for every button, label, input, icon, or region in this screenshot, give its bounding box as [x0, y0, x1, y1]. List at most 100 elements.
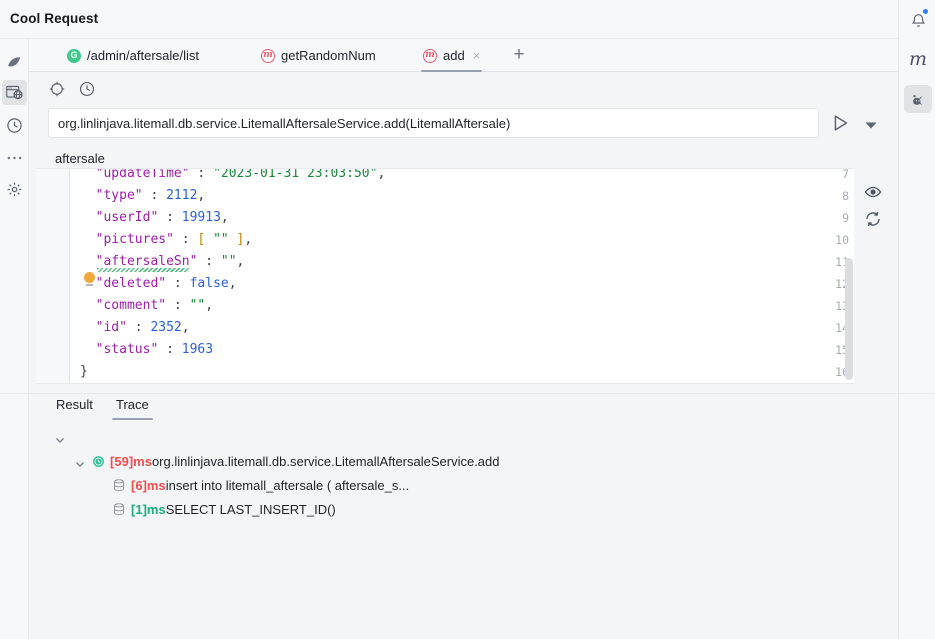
sidebar-item-more[interactable]	[2, 145, 27, 170]
editor-gutter	[36, 169, 70, 383]
code-token: ,	[182, 320, 190, 335]
app-title: Cool Request	[10, 11, 98, 26]
history-clock-icon[interactable]	[78, 80, 96, 98]
code-token: "userId"	[96, 210, 159, 225]
target-crosshair-icon[interactable]	[48, 80, 66, 98]
monkey-tool-icon[interactable]	[904, 85, 932, 113]
request-toolbar	[48, 80, 96, 98]
code-token: }	[80, 364, 88, 379]
tab-badge-method: m	[423, 49, 437, 63]
trace-row[interactable]: [ 1 ]ms SELECT LAST_INSERT_ID()	[113, 502, 336, 517]
tab-add[interactable]: m add ×	[413, 39, 490, 72]
code-token: 19913	[182, 210, 221, 225]
code-line[interactable]: "updateTime" : "2023-01-31 23:03:50",	[80, 168, 385, 185]
code-line[interactable]: }	[80, 361, 88, 383]
tab-label: add	[443, 48, 465, 63]
new-tab-button[interactable]: +	[509, 45, 529, 65]
code-token: "type"	[96, 188, 143, 203]
code-token	[80, 210, 96, 225]
code-token	[80, 168, 96, 181]
code-line[interactable]: "deleted" : false,	[80, 273, 237, 295]
code-token: false	[190, 276, 229, 291]
database-icon	[113, 479, 126, 492]
code-token	[80, 232, 96, 247]
code-token: ,	[244, 232, 252, 247]
code-token: "status"	[96, 342, 159, 357]
code-line[interactable]: "id" : 2352,	[80, 317, 190, 339]
code-token: 2352	[150, 320, 181, 335]
tab-trace[interactable]: Trace	[112, 392, 153, 420]
trace-chevron-down-icon[interactable]	[74, 458, 86, 470]
tab-admin-aftersale-list[interactable]: G /admin/aftersale/list	[57, 39, 209, 72]
response-tab-divider	[0, 393, 935, 394]
tab-get-random-num[interactable]: m getRandomNum	[251, 39, 386, 72]
right-sidebar: m	[898, 0, 935, 639]
json-body-editor[interactable]: 78910111213141516 "updateTime" : "2023-0…	[36, 168, 854, 383]
code-token: :	[166, 276, 189, 291]
trace-duration-unit: ms	[133, 454, 152, 469]
code-line[interactable]: "pictures" : [ "" ],	[80, 229, 252, 251]
code-token: "aftersaleSn"	[96, 254, 198, 269]
inspection-squiggle	[97, 268, 189, 272]
trace-label: insert into litemall_aftersale ( aftersa…	[166, 478, 410, 493]
code-token: ,	[377, 168, 385, 181]
tab-badge-method: m	[261, 49, 275, 63]
run-request-button[interactable]	[829, 112, 851, 134]
code-token: ]	[229, 232, 245, 247]
code-token	[80, 298, 96, 313]
code-line[interactable]: "type" : 2112,	[80, 185, 205, 207]
trace-duration: 6	[135, 478, 142, 493]
response-tab-bar: Result Trace	[36, 392, 886, 421]
application-window: Cool Request	[0, 0, 935, 639]
code-token: "comment"	[96, 298, 166, 313]
code-line[interactable]: "userId" : 19913,	[80, 207, 229, 229]
trace-duration-unit: ms	[147, 502, 166, 517]
code-token: ,	[197, 188, 205, 203]
code-token: ,	[229, 276, 237, 291]
code-token: ""	[213, 232, 229, 247]
code-token: "deleted"	[96, 276, 166, 291]
code-token: :	[174, 232, 197, 247]
code-line[interactable]: "comment" : "",	[80, 295, 213, 317]
editor-scrollbar-thumb[interactable]	[845, 258, 853, 380]
code-token: 1963	[182, 342, 213, 357]
sidebar-item-api[interactable]	[2, 80, 27, 105]
request-url-input[interactable]: org.linlinjava.litemall.db.service.Litem…	[48, 108, 819, 138]
code-token: :	[190, 168, 213, 181]
tab-badge-get: G	[67, 49, 81, 63]
code-line[interactable]: "status" : 1963	[80, 339, 213, 361]
quickfix-lightbulb-icon[interactable]	[84, 272, 95, 283]
notification-dot	[922, 8, 929, 15]
code-token	[80, 188, 96, 203]
trace-root-chevron-down-icon[interactable]	[54, 434, 66, 446]
trace-row[interactable]: [ 59 ]ms org.linlinjava.litemall.db.serv…	[92, 454, 500, 469]
title-bar: Cool Request	[0, 0, 935, 39]
sidebar-item-settings[interactable]	[2, 177, 27, 202]
clock-green-icon	[92, 455, 105, 468]
tab-label: /admin/aftersale/list	[87, 48, 199, 63]
trace-label: SELECT LAST_INSERT_ID()	[166, 502, 336, 517]
regenerate-sync-icon[interactable]	[864, 210, 882, 228]
code-token: :	[197, 254, 220, 269]
code-token	[80, 254, 96, 269]
maven-m-icon[interactable]: m	[904, 45, 932, 73]
preview-eye-icon[interactable]	[864, 183, 882, 201]
notifications-bell-icon[interactable]	[904, 6, 932, 34]
run-options-chevron-down-icon[interactable]	[864, 118, 878, 128]
tab-close-icon[interactable]: ×	[473, 48, 481, 63]
tab-result[interactable]: Result	[52, 392, 97, 420]
code-token: ,	[221, 210, 229, 225]
code-token: 2112	[166, 188, 197, 203]
code-token: [	[197, 232, 213, 247]
sidebar-item-history[interactable]	[2, 113, 27, 138]
trace-row[interactable]: [ 6 ]ms insert into litemall_aftersale (…	[113, 478, 409, 493]
code-token: ,	[205, 298, 213, 313]
tab-bar: G /admin/aftersale/list m getRandomNum m…	[29, 39, 898, 72]
code-token: ""	[221, 254, 237, 269]
trace-duration: 1	[135, 502, 142, 517]
code-token	[80, 320, 96, 335]
code-token: :	[143, 188, 166, 203]
code-token: ""	[190, 298, 206, 313]
tab-label: getRandomNum	[281, 48, 376, 63]
leaf-logo-icon	[2, 50, 27, 75]
